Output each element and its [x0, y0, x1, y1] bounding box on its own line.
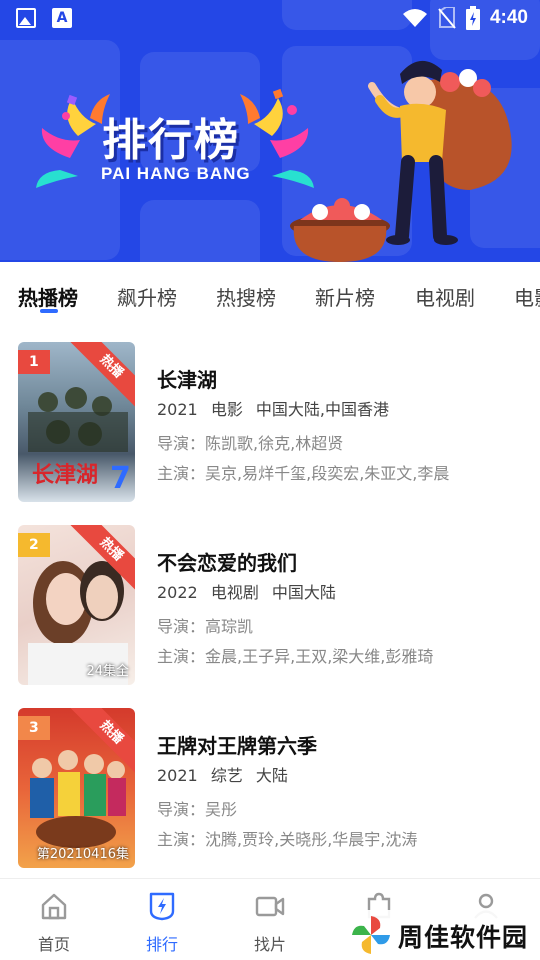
poster-image: 2 热播 24集全 — [18, 525, 135, 685]
list-item[interactable]: 2 热播 24集全 不会恋爱的我们 2022 电视剧 中国大陆 导演：高琮凯 主… — [0, 525, 540, 687]
director-value: 吴彤 — [205, 800, 238, 819]
nav-home-label: 首页 — [37, 935, 70, 954]
rank-badge: 3 — [18, 716, 50, 740]
item-region: 中国大陆 — [271, 583, 336, 602]
director-value: 陈凯歌,徐克,林超贤 — [205, 434, 344, 453]
ranking-banner: 排行榜 PAI HANG BANG — [0, 0, 540, 262]
item-meta: 2021 电影 中国大陆,中国香港 — [157, 396, 527, 424]
list-item[interactable]: 3 热播 第20210416集 王牌对王牌第六季 2021 综艺 大陆 导演：吴… — [0, 708, 540, 870]
director-label: 导演： — [157, 617, 206, 636]
poster-image: 3 热播 第20210416集 — [18, 708, 135, 868]
cast-value: 金晨,王子异,王双,梁大维,彭雅琦 — [205, 647, 434, 666]
tab-hot-play[interactable]: 热播榜 — [18, 282, 78, 311]
item-director: 导演：陈凯歌,徐克,林超贤 — [157, 430, 527, 454]
item-cast: 主演：沈腾,贾玲,关晓彤,华晨宇,沈涛 — [157, 826, 527, 850]
tab-new-release[interactable]: 新片榜 — [315, 282, 375, 311]
nav-home[interactable]: 首页 — [14, 891, 94, 955]
poster-image: 长津湖 7 1 热播 — [18, 342, 135, 502]
cast-value: 吴京,易烊千玺,段奕宏,朱亚文,李晨 — [205, 464, 450, 483]
item-category: 电视剧 — [210, 583, 259, 602]
nav-ranking-label: 排行 — [145, 935, 178, 954]
video-camera-icon — [255, 896, 285, 917]
ranking-icon — [149, 892, 175, 921]
item-director: 导演：高琮凯 — [157, 613, 527, 637]
banner-logo: 排行榜 PAI HANG BANG — [40, 94, 315, 194]
tab-hot-search[interactable]: 热搜榜 — [216, 282, 276, 311]
item-cast: 主演：吴京,易烊千玺,段奕宏,朱亚文,李晨 — [157, 460, 527, 484]
watermark: 周佳软件园 — [346, 910, 540, 960]
nav-find-label: 找片 — [253, 935, 286, 954]
item-meta: 2021 综艺 大陆 — [157, 762, 527, 790]
item-category: 综艺 — [210, 766, 243, 785]
item-year: 2021 — [157, 400, 198, 419]
cast-label: 主演： — [157, 830, 206, 849]
rank-badge: 2 — [18, 533, 50, 557]
tab-rising[interactable]: 飙升榜 — [117, 282, 177, 311]
active-tab-indicator — [40, 309, 58, 313]
item-director: 导演：吴彤 — [157, 796, 527, 820]
tab-movie[interactable]: 电影 — [514, 282, 540, 311]
status-bar: A 4:40 — [0, 0, 540, 36]
item-title: 长津湖 — [157, 368, 217, 392]
item-region: 大陆 — [255, 766, 288, 785]
wifi-icon — [402, 9, 427, 27]
banner-subtitle: PAI HANG BANG — [101, 164, 251, 183]
a-icon: A — [52, 8, 72, 28]
item-year: 2021 — [157, 766, 198, 785]
pinwheel-logo-icon — [352, 916, 390, 954]
item-year: 2022 — [157, 583, 198, 602]
tab-tv-series[interactable]: 电视剧 — [415, 282, 475, 311]
item-meta: 2022 电视剧 中国大陆 — [157, 579, 527, 607]
item-title: 王牌对王牌第六季 — [157, 734, 317, 758]
clock: 4:40 — [489, 7, 528, 28]
cast-label: 主演： — [157, 647, 206, 666]
director-label: 导演： — [157, 800, 206, 819]
item-region: 中国大陆,中国香港 — [255, 400, 390, 419]
home-icon — [41, 893, 67, 920]
nav-ranking[interactable]: 排行 — [122, 891, 202, 955]
rank-badge: 1 — [18, 350, 50, 374]
item-cast: 主演：金晨,王子异,王双,梁大维,彭雅琦 — [157, 643, 527, 667]
no-sim-icon — [438, 7, 456, 29]
cast-label: 主演： — [157, 464, 206, 483]
character-illustration — [290, 60, 512, 262]
image-icon — [16, 8, 36, 28]
banner-title: 排行榜 — [102, 115, 240, 166]
svg-text:7: 7 — [110, 461, 131, 496]
battery-icon — [465, 6, 480, 30]
item-title: 不会恋爱的我们 — [157, 551, 297, 575]
ranking-tabs: 热播榜 飙升榜 热搜榜 新片榜 电视剧 电影 — [0, 262, 540, 320]
episode-count: 第20210416集 — [36, 847, 129, 862]
episode-count: 24集全 — [86, 664, 129, 679]
director-label: 导演： — [157, 434, 206, 453]
watermark-text: 周佳软件园 — [398, 923, 529, 952]
nav-find[interactable]: 找片 — [230, 891, 310, 955]
item-category: 电影 — [210, 400, 243, 419]
list-item[interactable]: 长津湖 7 1 热播 长津湖 2021 电影 中国大陆,中国香港 导演：陈凯歌,… — [0, 342, 540, 504]
director-value: 高琮凯 — [205, 617, 254, 636]
cast-value: 沈腾,贾玲,关晓彤,华晨宇,沈涛 — [205, 830, 418, 849]
svg-text:长津湖: 长津湖 — [32, 462, 98, 488]
